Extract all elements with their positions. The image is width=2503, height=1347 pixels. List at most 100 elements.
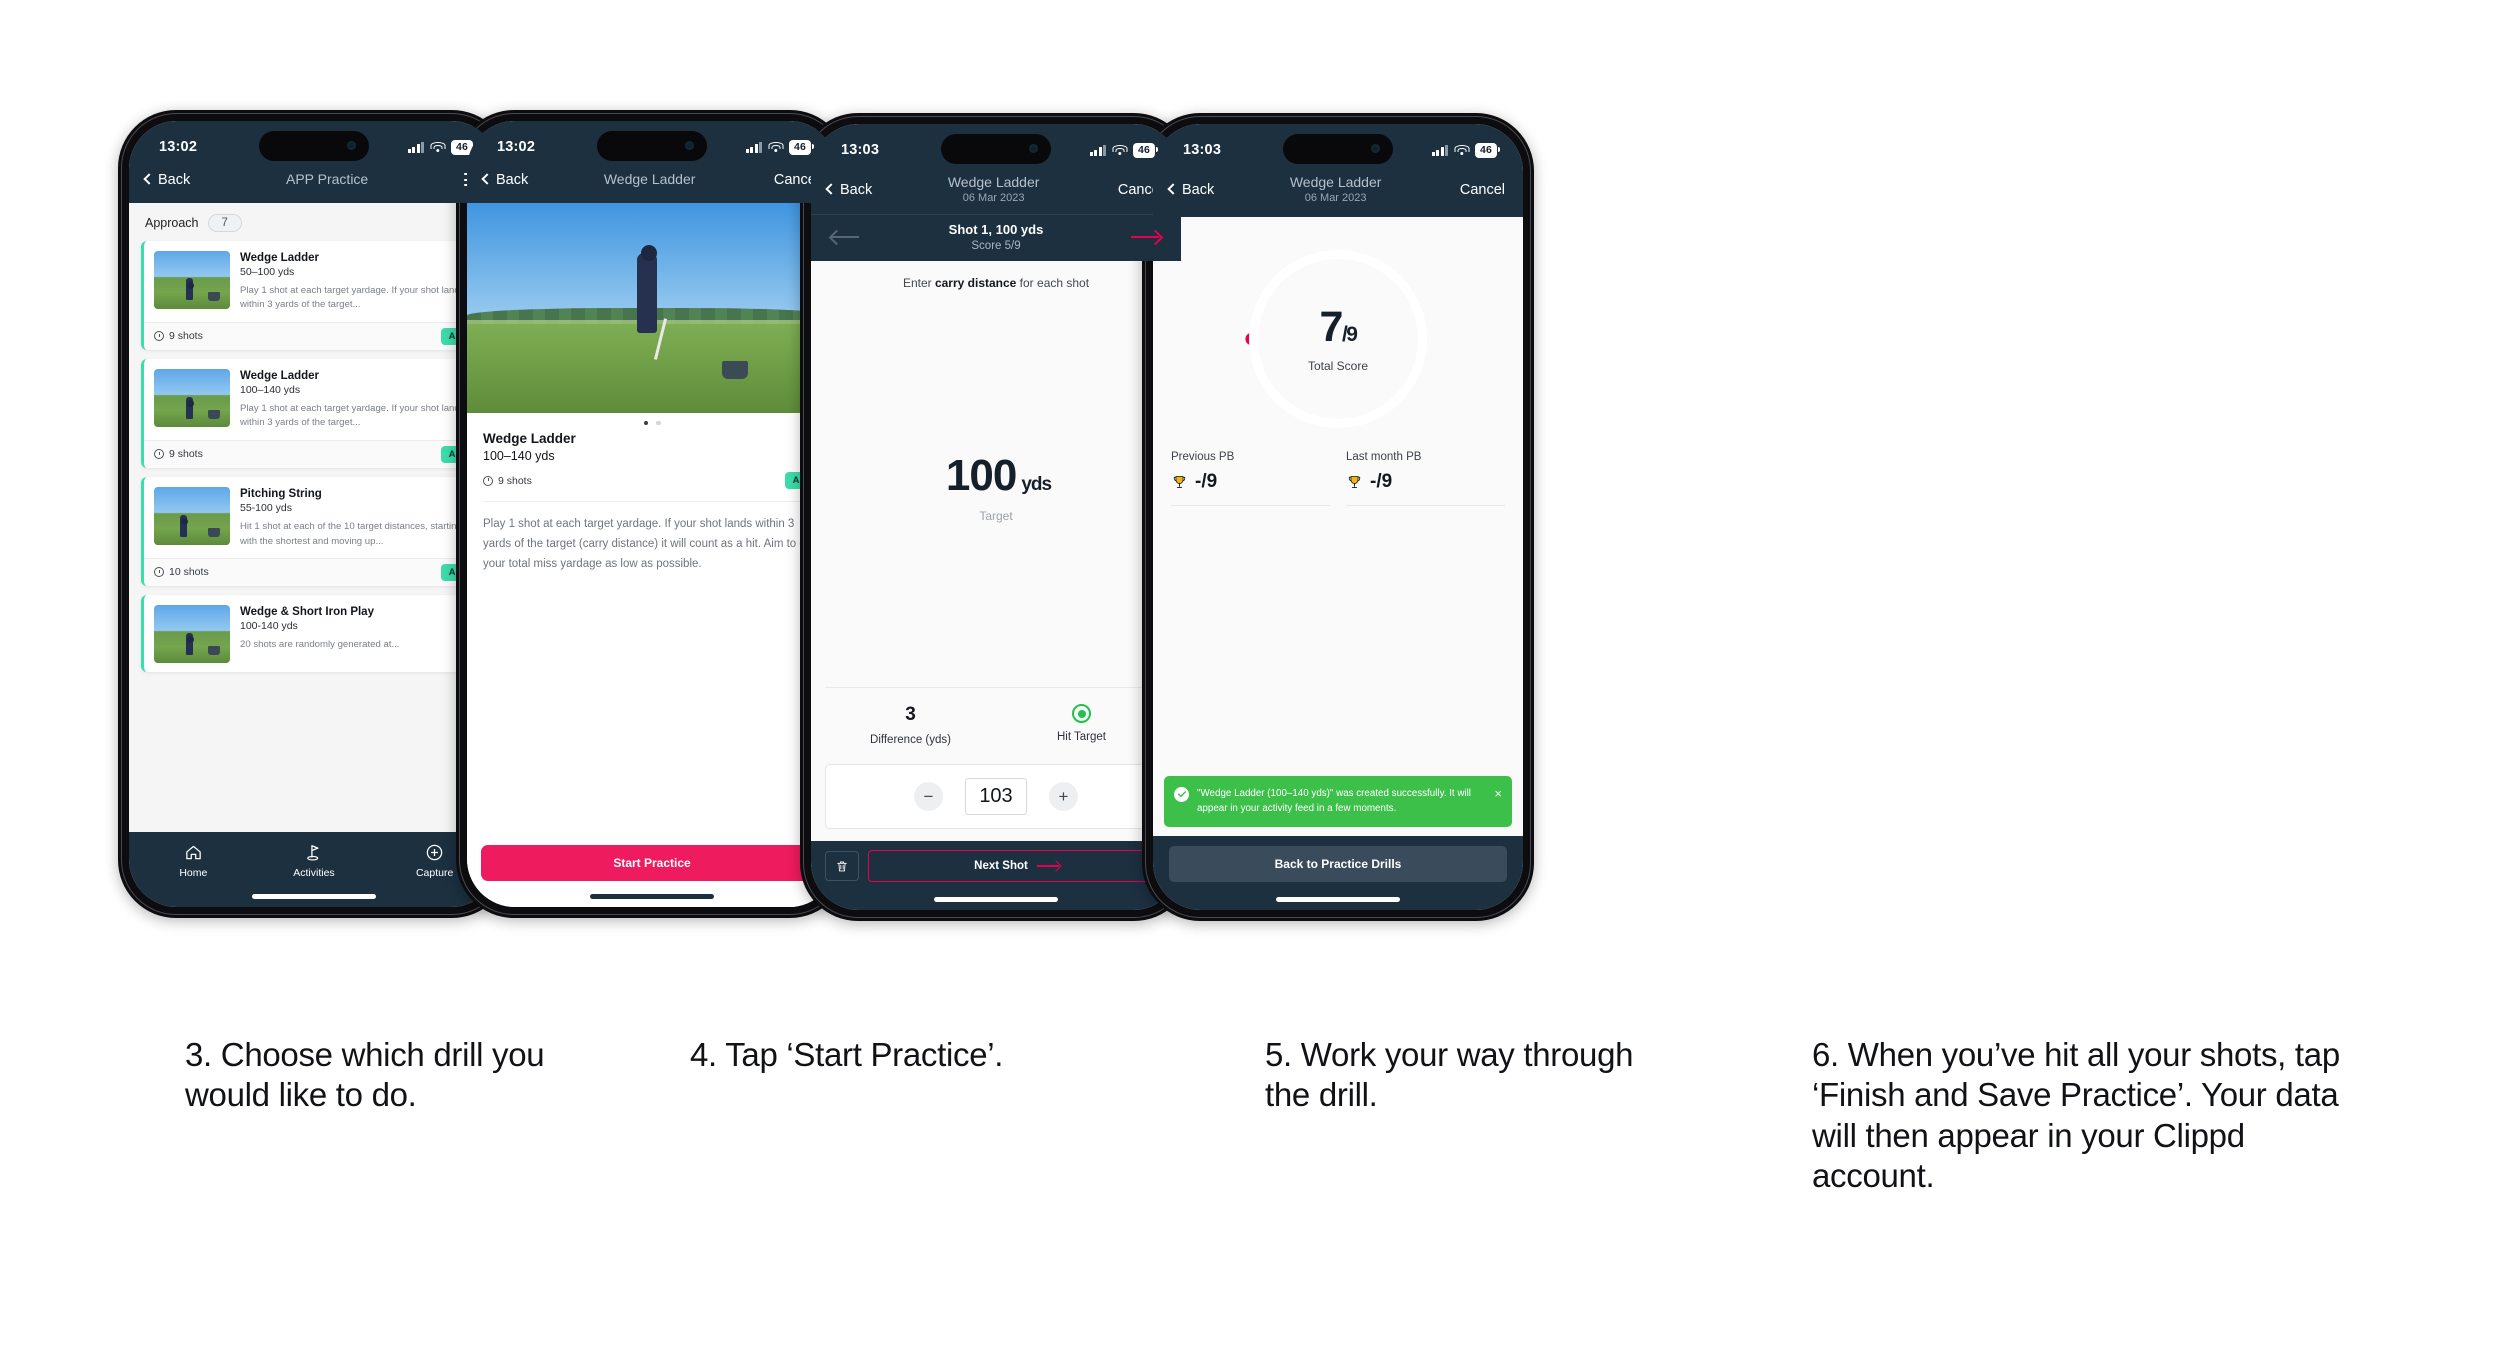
card-text: Pitching String 55-100 yds Hit 1 shot at… (240, 487, 477, 549)
home-indicator (252, 894, 376, 899)
shot-count-label: 10 shots (169, 566, 209, 579)
entry-prompt: Enter carry distance for each shot (825, 261, 1167, 290)
status-time: 13:03 (841, 142, 880, 158)
close-icon[interactable]: × (1494, 787, 1502, 800)
card-main: Wedge Ladder 100–140 yds Play 1 shot at … (144, 359, 487, 440)
drill-detail-body: Wedge Ladder 100–140 yds 9 shots APP Pla… (467, 202, 837, 835)
next-shot-arrow-icon[interactable] (1131, 231, 1161, 243)
front-camera-icon (685, 141, 694, 150)
card-main: Wedge Ladder 50–100 yds Play 1 shot at e… (144, 241, 487, 322)
decrement-button[interactable]: − (914, 782, 943, 811)
status-indicators: 46 (745, 139, 814, 155)
card-footer: 9 shots APP (144, 321, 487, 350)
carry-distance-input[interactable]: 103 (965, 778, 1027, 815)
clock-icon (154, 331, 164, 342)
back-button[interactable]: Back (825, 182, 872, 198)
start-practice-button[interactable]: Start Practice (481, 845, 823, 881)
hit-target-icon (1072, 704, 1091, 723)
drill-thumbnail (154, 604, 230, 663)
carousel-dots[interactable] (467, 412, 837, 427)
drill-yardage: 55-100 yds (240, 502, 292, 515)
donut: 7/9 Total Score (1244, 245, 1432, 433)
previous-pb-value: -/9 (1195, 471, 1218, 493)
front-camera-icon (1371, 144, 1380, 153)
card-footer: 10 shots APP (144, 557, 487, 586)
toast-message: "Wedge Ladder (100–140 yds)" was created… (1197, 787, 1471, 814)
card-head: Wedge & Short Iron Play 100-140 yds (240, 605, 477, 632)
list-item[interactable]: Wedge & Short Iron Play 100-140 yds 20 s… (141, 594, 487, 672)
shot-count: 9 shots (483, 475, 532, 487)
drill-hero-image (467, 202, 837, 413)
tab-label: Capture (415, 867, 454, 879)
caption-step-3: 3. Choose which drill you would like to … (185, 1036, 545, 1114)
wifi-icon (430, 141, 445, 153)
status-time: 13:02 (159, 139, 198, 155)
prompt-prefix: Enter (902, 276, 935, 291)
battery-icon: 46 (1475, 142, 1500, 158)
shot-count: 9 shots (154, 448, 203, 460)
previous-shot-arrow-icon[interactable] (831, 231, 861, 243)
carry-distance-stepper: − 103 + (825, 764, 1167, 829)
target-display: 100 yds Target (825, 290, 1167, 687)
phone-1-screen: 13:02 46 Back APP Practice Approach 7 We… (129, 121, 499, 907)
drill-description: Play 1 shot at each target yardage. If y… (240, 284, 465, 311)
last-month-pb-value-row: -/9 (1346, 471, 1505, 493)
home-indicator (934, 897, 1058, 902)
carousel-dot-active[interactable] (643, 420, 648, 425)
back-button[interactable]: Back (481, 171, 529, 188)
previous-pb-value-row: -/9 (1171, 471, 1330, 493)
home-icon (186, 845, 201, 860)
dynamic-island (597, 131, 707, 161)
back-button[interactable]: Back (1167, 182, 1214, 198)
filter-label: Approach (145, 215, 199, 230)
card-text: Wedge Ladder 100–140 yds Play 1 shot at … (240, 369, 477, 431)
shot-count: 10 shots (154, 566, 209, 578)
phone-4-screen: 13:03 46 Back Wedge Ladder 06 Mar 2023 C… (1153, 124, 1523, 910)
chevron-left-icon (143, 173, 155, 185)
back-label: Back (496, 171, 529, 188)
drill-thumbnail (154, 486, 230, 545)
carousel-dot[interactable] (656, 420, 661, 425)
drill-card-list: Wedge Ladder 50–100 yds Play 1 shot at e… (129, 240, 499, 672)
cellular-signal-icon (1431, 144, 1448, 156)
back-button[interactable]: Back (143, 172, 190, 188)
card-text: Wedge & Short Iron Play 100-140 yds 20 s… (240, 605, 477, 663)
drill-title: Wedge & Short Iron Play (240, 605, 374, 618)
back-to-practice-drills-button[interactable]: Back to Practice Drills (1169, 846, 1507, 882)
shot-count: 9 shots (154, 330, 203, 342)
delete-shot-button[interactable] (825, 851, 859, 881)
shot-count-label: 9 shots (498, 474, 532, 487)
list-item[interactable]: Pitching String 55-100 yds Hit 1 shot at… (141, 476, 487, 586)
cancel-button[interactable]: Cancel (1457, 182, 1505, 198)
phone-2-screen: 13:02 46 Back Wedge Ladder Cancel Wedge … (467, 121, 837, 907)
screenshot-canvas: 13:02 46 Back APP Practice Approach 7 We… (0, 0, 2503, 1347)
drill-thumbnail (154, 368, 230, 427)
list-item[interactable]: Wedge Ladder 100–140 yds Play 1 shot at … (141, 358, 487, 468)
status-indicators: 46 (1431, 142, 1500, 158)
total-score-label: Total Score (1307, 358, 1369, 373)
nav-bar: Back Wedge Ladder 06 Mar 2023 Cancel (811, 170, 1181, 215)
list-item[interactable]: Wedge Ladder 50–100 yds Play 1 shot at e… (141, 240, 487, 350)
drill-meta: 9 shots APP (483, 472, 821, 489)
difference-value: 3 (905, 704, 916, 725)
filter-count-badge[interactable]: 7 (207, 213, 242, 232)
increment-button[interactable]: + (1049, 782, 1078, 811)
trophy-icon (1348, 475, 1361, 488)
drill-title: Wedge Ladder (240, 251, 320, 264)
trash-icon (837, 861, 847, 871)
golf-flag-icon (307, 845, 319, 861)
prompt-suffix: for each shot (1016, 276, 1090, 291)
personal-best-row: Previous PB -/9 Last month PB -/9 (1153, 445, 1523, 507)
nav-bar: Back Wedge Ladder 06 Mar 2023 Cancel (1153, 170, 1523, 218)
status-indicators: 46 (407, 139, 476, 155)
arrow-right-icon (1036, 861, 1061, 871)
dynamic-island (259, 131, 369, 161)
shot-stats: 3 Difference (yds) Hit Target (825, 688, 1167, 764)
status-time: 13:03 (1183, 142, 1222, 158)
tab-activities[interactable]: Activities (254, 843, 373, 879)
tab-home[interactable]: Home (134, 843, 253, 879)
next-shot-button[interactable]: Next Shot (868, 850, 1167, 882)
phone-1-app-practice-list: 13:02 46 Back APP Practice Approach 7 We… (118, 110, 510, 918)
cellular-signal-icon (1089, 144, 1106, 156)
clock-icon (154, 567, 164, 578)
